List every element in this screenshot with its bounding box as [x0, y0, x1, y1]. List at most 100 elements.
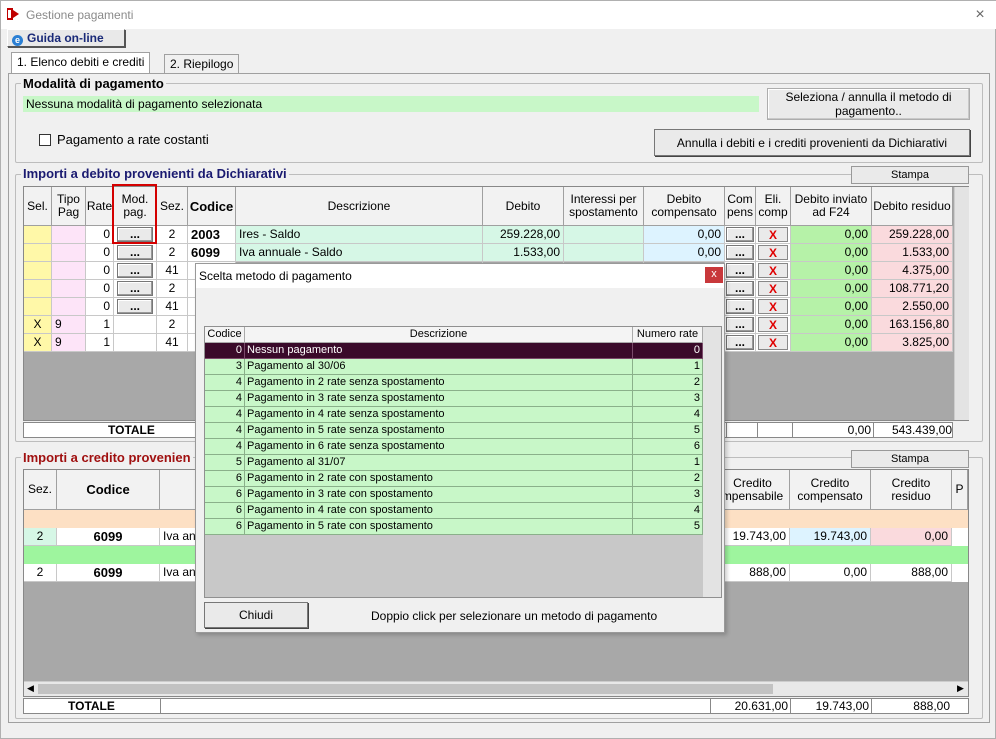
metodo-numero-rate: 4	[633, 503, 703, 519]
tab-riepilogo[interactable]: 2. Riepilogo	[164, 54, 240, 73]
elimina-comp-button[interactable]: X	[758, 281, 788, 296]
debiti-cell-rate: 0	[86, 262, 114, 280]
crediti-cell-residuo: 888,00	[871, 564, 952, 582]
compens-button[interactable]: ...	[726, 227, 754, 242]
metodo-numero-rate: 5	[633, 519, 703, 535]
annulla-dichiarativi-button[interactable]: Annulla i debiti e i crediti provenienti…	[654, 129, 970, 156]
crediti-stampa-button[interactable]: Stampa	[851, 450, 969, 468]
elimina-comp-button[interactable]: X	[758, 263, 788, 278]
debiti-cell-tipo-pag	[52, 280, 86, 298]
compens-button[interactable]: ...	[726, 317, 754, 332]
divider	[873, 422, 874, 438]
mod-pag-button[interactable]: ...	[117, 299, 153, 314]
metodo-codice: 3	[205, 359, 245, 375]
compens-button[interactable]: ...	[726, 299, 754, 314]
debiti-cell-sez: 2	[157, 280, 188, 298]
debiti-cell-sez: 2	[157, 226, 188, 244]
metodo-descrizione: Pagamento in 2 rate con spostamento	[245, 471, 633, 487]
metodo-row[interactable]: 5 Pagamento al 31/07 1	[205, 455, 703, 471]
metodo-row[interactable]: 6 Pagamento in 5 rate con spostamento 5	[205, 519, 703, 535]
seleziona-metodo-button[interactable]: Seleziona / annulla il metodo di pagamen…	[767, 88, 970, 120]
debiti-cell-compens: ...	[725, 226, 756, 244]
debiti-cell-debito-compensato: 0,00	[644, 244, 725, 262]
debiti-cell-sel	[24, 280, 52, 298]
title-bar: Gestione pagamenti ×	[1, 1, 996, 29]
elimina-comp-button[interactable]: X	[758, 335, 788, 350]
debiti-cell-debito: 1.533,00	[483, 244, 564, 262]
debiti-cell-rate: 0	[86, 226, 114, 244]
metodo-numero-rate: 1	[633, 359, 703, 375]
metodo-row[interactable]: 4 Pagamento in 6 rate senza spostamento 6	[205, 439, 703, 455]
debiti-cell-compens: ...	[725, 280, 756, 298]
mod-pag-highlight	[112, 184, 157, 244]
tab-elenco-debiti-crediti[interactable]: 1. Elenco debiti e crediti	[11, 52, 151, 74]
elimina-comp-button[interactable]: X	[758, 245, 788, 260]
debiti-row[interactable]: 0... 2 6099 Iva annuale - Saldo 1.533,00 0,00…	[24, 244, 954, 262]
elimina-comp-button[interactable]: X	[758, 299, 788, 314]
guida-online-button[interactable]: e Guida on-line	[7, 29, 125, 47]
metodo-row[interactable]: 4 Pagamento in 4 rate senza spostamento 4	[205, 407, 703, 423]
debiti-cell-debito-residuo: 163.156,80	[872, 316, 953, 334]
metodo-row[interactable]: 6 Pagamento in 3 rate con spostamento 3	[205, 487, 703, 503]
debiti-cell-debito-residuo: 1.533,00	[872, 244, 953, 262]
compens-button[interactable]: ...	[726, 245, 754, 260]
crediti-hscrollbar[interactable]: ◀ ▶	[24, 681, 968, 696]
debiti-totale-residuo: 543.439,00	[891, 423, 952, 437]
metodo-row[interactable]: 3 Pagamento al 30/06 1	[205, 359, 703, 375]
debiti-cell-tipo-pag	[52, 226, 86, 244]
debiti-cell-debito: 259.228,00	[483, 226, 564, 244]
metodo-codice: 4	[205, 375, 245, 391]
debiti-header-debito-compensato: Debito compensato	[644, 187, 725, 226]
metodo-row[interactable]: 4 Pagamento in 2 rate senza spostamento 2	[205, 375, 703, 391]
mod-pag-button[interactable]: ...	[117, 281, 153, 296]
metodi-header-numero-rate: Numero rate	[633, 327, 703, 343]
divider	[710, 698, 711, 714]
compens-button[interactable]: ...	[726, 335, 754, 350]
metodo-row[interactable]: 4 Pagamento in 5 rate senza spostamento 5	[205, 423, 703, 439]
scroll-left-icon[interactable]: ◀	[27, 683, 34, 694]
mod-pag-button[interactable]: ...	[117, 263, 153, 278]
debiti-cell-tipo-pag	[52, 298, 86, 316]
debiti-cell-rate: 1	[86, 316, 114, 334]
metodo-row[interactable]: 0 Nessun pagamento 0	[205, 343, 703, 359]
metodo-codice: 4	[205, 439, 245, 455]
compens-button[interactable]: ...	[726, 281, 754, 296]
compens-button[interactable]: ...	[726, 263, 754, 278]
divider	[792, 422, 793, 438]
metodo-row[interactable]: 4 Pagamento in 3 rate senza spostamento 3	[205, 391, 703, 407]
debiti-cell-codice: 2003	[188, 226, 236, 244]
metodi-scrollbar[interactable]	[703, 327, 721, 597]
metodo-codice: 0	[205, 343, 245, 359]
metodo-row[interactable]: 6 Pagamento in 2 rate con spostamento 2	[205, 471, 703, 487]
metodo-codice: 6	[205, 487, 245, 503]
debiti-cell-interessi	[564, 226, 644, 244]
window-close-button[interactable]: ×	[969, 5, 991, 25]
scroll-right-icon[interactable]: ▶	[957, 683, 964, 694]
debiti-cell-rate: 0	[86, 244, 114, 262]
debiti-cell-sel: X	[24, 316, 52, 334]
metodo-numero-rate: 4	[633, 407, 703, 423]
scroll-thumb[interactable]	[38, 684, 773, 694]
metodo-numero-rate: 1	[633, 455, 703, 471]
debiti-cell-debito-residuo: 3.825,00	[872, 334, 953, 352]
debiti-cell-elimina-comp: X	[756, 316, 791, 334]
debiti-cell-compens: ...	[725, 316, 756, 334]
debiti-row[interactable]: 0... 2 2003 Ires - Saldo 259.228,00 0,00... X 0…	[24, 226, 954, 244]
metodo-codice: 6	[205, 471, 245, 487]
debiti-cell-debito-compensato: 0,00	[644, 226, 725, 244]
crediti-cell-compensabile: 19.743,00	[716, 528, 790, 546]
debiti-cell-sez: 2	[157, 316, 188, 334]
debiti-stampa-button[interactable]: Stampa	[851, 166, 969, 184]
debiti-cell-sel: X	[24, 334, 52, 352]
elimina-comp-button[interactable]: X	[758, 317, 788, 332]
dialog-close-button[interactable]: x	[705, 267, 723, 283]
debiti-cell-debito-inviato: 0,00	[791, 280, 872, 298]
rate-costanti-checkbox[interactable]	[39, 134, 51, 146]
metodo-row[interactable]: 6 Pagamento in 4 rate con spostamento 4	[205, 503, 703, 519]
metodo-numero-rate: 3	[633, 391, 703, 407]
metodo-numero-rate: 3	[633, 487, 703, 503]
mod-pag-button[interactable]: ...	[117, 245, 153, 260]
debiti-scrollbar[interactable]	[954, 187, 969, 420]
elimina-comp-button[interactable]: X	[758, 227, 788, 242]
chiudi-button[interactable]: Chiudi	[204, 602, 308, 628]
